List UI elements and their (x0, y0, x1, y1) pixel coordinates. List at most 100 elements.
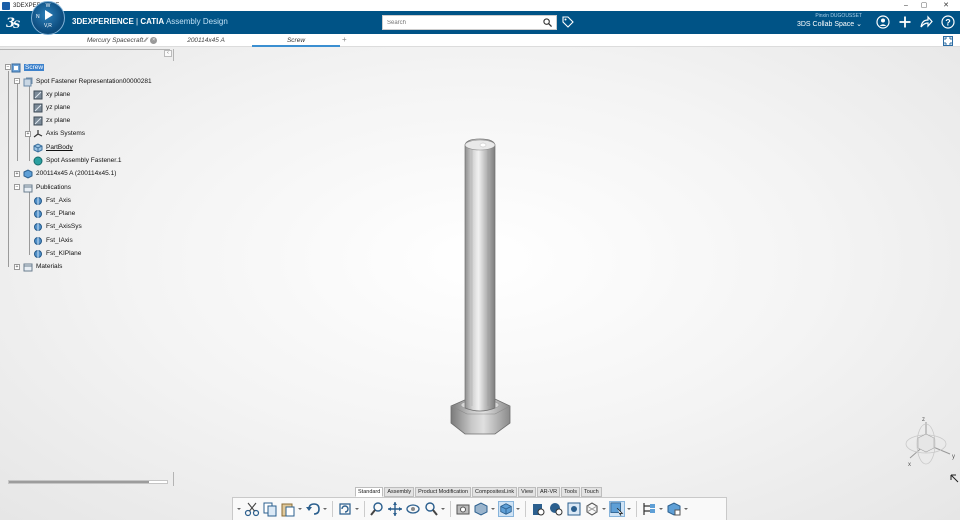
product-icon (11, 63, 21, 72)
fit-all-icon[interactable] (369, 501, 385, 517)
assembly-dropdown[interactable] (684, 501, 688, 517)
swap-visible-icon[interactable] (548, 501, 564, 517)
tree-horizontal-scrollbar[interactable] (8, 479, 168, 485)
expand-toggle[interactable]: + (25, 131, 31, 137)
tab-ar-vr[interactable]: AR-VR (536, 487, 561, 497)
tab-compositeslink[interactable]: CompositesLink (472, 487, 518, 497)
tab-tools[interactable]: Tools (561, 487, 580, 497)
screw-3d-model[interactable] (440, 130, 520, 440)
tab-assembly[interactable]: Assembly (384, 487, 415, 497)
tree-dropdown[interactable] (659, 501, 663, 517)
mesh-icon[interactable] (584, 501, 600, 517)
expand-toggle[interactable]: − (14, 184, 20, 190)
panel-splitter[interactable] (173, 472, 174, 486)
add-tab-button[interactable]: + (342, 35, 347, 44)
rotate-icon[interactable] (405, 501, 421, 517)
compass-x-label: x (908, 462, 911, 468)
brand-prefix: 3DEXPERIENCE (72, 17, 134, 26)
tab-screw[interactable]: Screw (252, 35, 340, 47)
app-icon (2, 1, 10, 10)
tree-splitter[interactable] (173, 49, 174, 61)
user-info[interactable]: Pinxin DUGOUSSET 3DS Collab Space ⌄ (790, 13, 862, 28)
tree-node-materials[interactable]: Materials (23, 261, 62, 272)
pan-icon[interactable] (387, 501, 403, 517)
close-window-button[interactable]: ✕ (932, 0, 960, 11)
mesh-dropdown[interactable] (602, 501, 606, 517)
toolbar-separator (636, 501, 637, 517)
tree-node-publications[interactable]: Publications (23, 182, 71, 193)
tree-node-root[interactable]: Screw (11, 62, 45, 73)
svg-text:?: ? (945, 18, 951, 28)
compass-widget[interactable]: W N V,R (31, 1, 65, 35)
undo-icon[interactable] (305, 501, 321, 517)
fullscreen-icon[interactable] (943, 36, 953, 46)
zoom-icon[interactable] (423, 501, 439, 517)
collab-space-selector[interactable]: 3DS Collab Space ⌄ (790, 20, 862, 28)
expand-toggle[interactable]: + (14, 264, 20, 270)
toolbar-overflow-dropdown[interactable] (237, 501, 241, 517)
view-dropdown[interactable] (516, 501, 520, 517)
select-icon[interactable] (609, 501, 625, 517)
tab-mercury-spacecraft[interactable]: Mercury Spacecraft ⁄⁄ × (82, 35, 162, 47)
select-dropdown[interactable] (627, 501, 631, 517)
view-cube-icon[interactable] (498, 501, 514, 517)
tree-node-axis-systems[interactable]: Axis Systems (33, 128, 85, 139)
user-name: Pinxin DUGOUSSET (815, 13, 862, 19)
zoom-dropdown[interactable] (441, 501, 445, 517)
tree-node-fst-iaxis[interactable]: Fst_IAxis (33, 235, 73, 246)
update-icon[interactable] (337, 501, 353, 517)
assembly-icon[interactable] (666, 501, 682, 517)
compass-top-label: W (45, 3, 51, 9)
axis-compass-icon[interactable]: z x y (896, 414, 958, 470)
tab-touch[interactable]: Touch (580, 487, 602, 497)
paste-dropdown[interactable] (298, 501, 302, 517)
tab-close-icon[interactable]: × (150, 36, 158, 44)
tree-node-partbody[interactable]: PartBody (33, 142, 73, 153)
part-icon (23, 168, 33, 179)
tree-node-fst-axissys[interactable]: Fst_AxisSys (33, 221, 82, 232)
expand-toggle[interactable]: + (14, 171, 20, 177)
tree-node-fst-plane[interactable]: Fst_Plane (33, 208, 75, 219)
share-icon[interactable] (919, 15, 933, 29)
cut-icon[interactable] (244, 501, 260, 517)
action-bar-tabs: Standard Assembly Product Modification C… (355, 487, 603, 497)
add-icon[interactable] (898, 15, 912, 29)
render-style-icon[interactable] (473, 501, 489, 517)
expand-toggle[interactable]: − (5, 64, 11, 70)
compass-y-label: y (952, 454, 955, 460)
ds-logo-icon[interactable]: 3S (5, 14, 23, 31)
tab-view[interactable]: View (518, 487, 536, 497)
hide-show-icon[interactable] (530, 501, 546, 517)
tree-node-xy-plane[interactable]: xy plane (33, 89, 70, 100)
tree-node-zx-plane[interactable]: zx plane (33, 115, 70, 126)
compass-left-label: N (36, 14, 40, 20)
search-box[interactable] (382, 15, 557, 30)
publication-icon (34, 222, 42, 231)
tree-reorder-icon[interactable] (641, 501, 657, 517)
undo-dropdown[interactable] (323, 501, 327, 517)
expand-toggle[interactable]: − (14, 78, 20, 84)
tab-standard[interactable]: Standard (355, 487, 384, 497)
user-avatar-icon[interactable] (876, 15, 890, 29)
tree-node-spot-fastener-rep[interactable]: Spot Fastener Representation00000281 (23, 76, 152, 87)
tab-product-modification[interactable]: Product Modification (415, 487, 472, 497)
render-dropdown[interactable] (491, 501, 495, 517)
tree-node-yz-plane[interactable]: yz plane (33, 102, 70, 113)
collapse-tree-button[interactable]: ‹ (164, 50, 172, 57)
search-icon[interactable] (543, 18, 552, 27)
paste-icon[interactable] (280, 501, 296, 517)
tag-icon[interactable] (562, 16, 574, 28)
update-dropdown[interactable] (355, 501, 359, 517)
scrollbar-thumb[interactable] (9, 481, 149, 483)
tree-node-200114x45[interactable]: 200114x45 A (200114x45.1) (23, 168, 116, 179)
tree-node-fst-kiplane[interactable]: Fst_KIPlane (33, 248, 81, 259)
search-input[interactable] (383, 16, 533, 29)
help-icon[interactable]: ? (941, 15, 955, 29)
capture-icon[interactable] (455, 501, 471, 517)
tab-200114x45-a[interactable]: 200114x45 A (172, 35, 240, 47)
tree-node-fst-axis[interactable]: Fst_Axis (33, 195, 71, 206)
measure-icon[interactable] (566, 501, 582, 517)
play-icon[interactable] (45, 10, 53, 20)
tree-node-spot-assembly-fastener[interactable]: Spot Assembly Fastener.1 (33, 155, 122, 166)
copy-icon[interactable] (262, 501, 278, 517)
